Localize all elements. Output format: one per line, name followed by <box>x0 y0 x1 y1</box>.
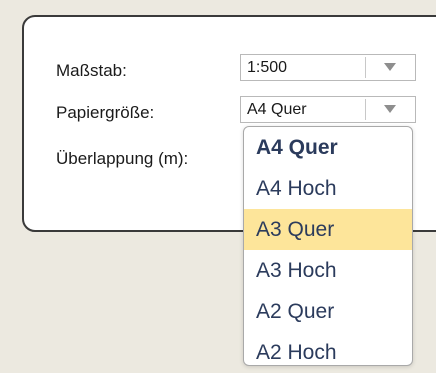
paper-size-dropdown-button[interactable] <box>366 97 415 122</box>
option-a4-quer[interactable]: A4 Quer <box>244 127 412 168</box>
scale-label: Maßstab: <box>56 61 127 80</box>
option-a4-hoch[interactable]: A4 Hoch <box>244 168 412 209</box>
option-a3-quer[interactable]: A3 Quer <box>244 209 412 250</box>
scale-select[interactable]: 1:500 <box>240 54 416 81</box>
paper-size-dropdown-list: A4 Quer A4 Hoch A3 Quer A3 Hoch A2 Quer … <box>243 126 413 366</box>
paper-size-select-value: A4 Quer <box>247 101 307 118</box>
paper-size-label: Papiergröße: <box>56 103 155 122</box>
option-a3-hoch[interactable]: A3 Hoch <box>244 250 412 291</box>
option-a2-quer[interactable]: A2 Quer <box>244 291 412 332</box>
paper-size-select[interactable]: A4 Quer <box>240 96 416 123</box>
option-a2-hoch[interactable]: A2 Hoch <box>244 332 412 373</box>
chevron-down-icon <box>384 105 396 113</box>
overlap-label: Überlappung (m): <box>56 149 189 168</box>
chevron-down-icon <box>384 63 396 71</box>
scale-select-value: 1:500 <box>247 59 288 76</box>
scale-dropdown-button[interactable] <box>366 55 415 80</box>
